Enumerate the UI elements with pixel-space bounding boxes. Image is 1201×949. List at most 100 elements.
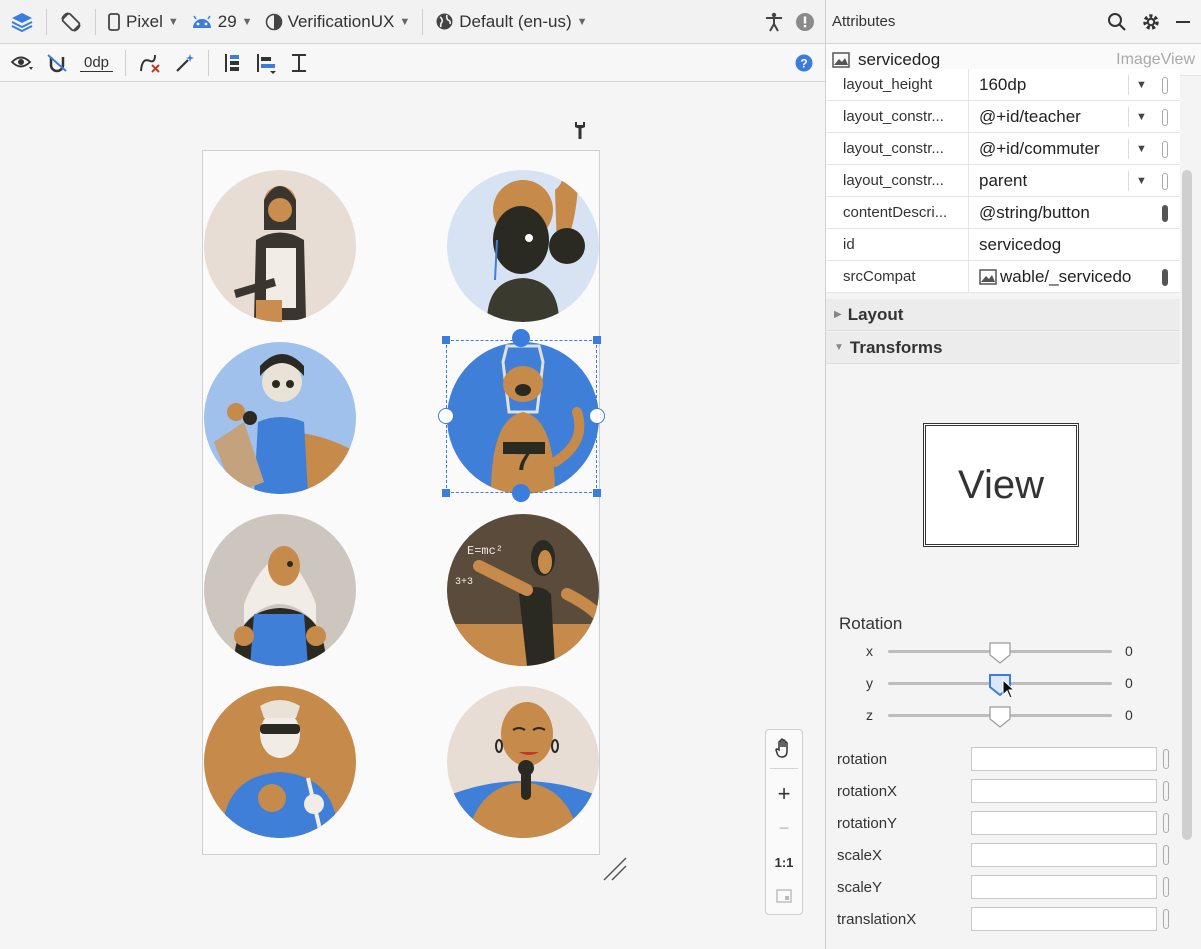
- transform-field-label: rotationX: [837, 783, 898, 800]
- pan-button[interactable]: [766, 732, 802, 764]
- panel-header: Attributes: [826, 0, 1201, 44]
- avatar-hijab[interactable]: [204, 514, 356, 666]
- transform-field-input[interactable]: [971, 811, 1157, 835]
- dropdown-arrow-icon[interactable]: ▼: [1128, 75, 1154, 95]
- phone-icon: [108, 12, 120, 31]
- api-level-label: 29: [217, 11, 237, 31]
- attribute-value-field[interactable]: servicedog: [968, 229, 1180, 260]
- expand-down-icon: ▼: [834, 342, 844, 353]
- dropdown-arrow-icon[interactable]: ▼: [1128, 107, 1154, 127]
- resource-picker-button[interactable]: [1162, 141, 1168, 158]
- default-margins-button[interactable]: 0dp: [74, 48, 119, 78]
- resource-picker-button[interactable]: [1163, 877, 1169, 897]
- resource-picker-button[interactable]: [1162, 205, 1168, 222]
- attribute-value-field[interactable]: wable/_servicedo: [968, 261, 1180, 292]
- help-button[interactable]: ?: [789, 48, 825, 78]
- attribute-name: id: [843, 236, 855, 253]
- transform-field-input[interactable]: [971, 747, 1157, 771]
- device-selector[interactable]: Pixel ▼: [102, 7, 185, 37]
- attribute-value-field[interactable]: parent ▼: [968, 165, 1180, 196]
- design-surface[interactable]: 7 E=mc² 3+3 + − 1:1: [0, 82, 825, 949]
- zoom-out-button[interactable]: −: [766, 812, 802, 844]
- orientation-button[interactable]: [53, 7, 89, 37]
- zoom-controls: + − 1:1: [765, 729, 803, 915]
- warnings-button[interactable]: [789, 7, 825, 37]
- layers-button[interactable]: [0, 7, 40, 37]
- attribute-value-field[interactable]: @+id/commuter ▼: [968, 133, 1180, 164]
- accessibility-button[interactable]: [759, 7, 789, 37]
- attribute-row: layout_constr... @+id/commuter ▼: [826, 133, 1180, 165]
- resource-picker-button[interactable]: [1163, 749, 1169, 769]
- transform-field-row: rotationY: [826, 807, 1180, 839]
- slider-value: 0: [1125, 675, 1133, 691]
- component-name: servicedog: [858, 49, 941, 69]
- resource-picker-button[interactable]: [1163, 909, 1169, 929]
- layout-section-header[interactable]: ▶ Layout: [826, 299, 1180, 331]
- locale-selector[interactable]: Default (en-us) ▼: [429, 7, 593, 37]
- autoconnect-button[interactable]: [40, 48, 74, 78]
- resource-picker-button[interactable]: [1162, 173, 1168, 190]
- align-button[interactable]: [249, 48, 283, 78]
- avatar-cane[interactable]: [204, 686, 356, 838]
- pack-button[interactable]: [215, 48, 249, 78]
- clear-constraints-button[interactable]: [132, 48, 168, 78]
- resource-picker-button[interactable]: [1163, 781, 1169, 801]
- slider-thumb[interactable]: [988, 705, 1012, 728]
- guidelines-button[interactable]: [283, 48, 315, 78]
- resource-picker-button[interactable]: [1162, 109, 1168, 126]
- attribute-value-field[interactable]: 160dp ▼: [968, 69, 1180, 100]
- avatar-servicedog[interactable]: 7: [447, 342, 599, 494]
- view-transform-preview: View: [923, 423, 1079, 547]
- transform-field-input[interactable]: [971, 875, 1157, 899]
- attribute-value: 160dp: [979, 74, 1027, 94]
- resource-picker-button[interactable]: [1162, 269, 1168, 286]
- attribute-value-field[interactable]: @string/button: [968, 197, 1180, 228]
- rotate-device-icon: [59, 10, 83, 34]
- default-margin-value: 0dp: [80, 54, 114, 72]
- resource-picker-button[interactable]: [1163, 845, 1169, 865]
- theme-selector[interactable]: VerificationUX ▼: [259, 7, 417, 37]
- avatar-thinking[interactable]: [447, 170, 599, 322]
- attribute-value-field[interactable]: @+id/teacher ▼: [968, 101, 1180, 132]
- dropdown-arrow-icon[interactable]: ▼: [1128, 171, 1154, 191]
- infer-constraints-button[interactable]: [168, 48, 202, 78]
- avatar-grocery[interactable]: [204, 342, 356, 494]
- separator: [46, 8, 47, 35]
- slider-thumb[interactable]: [988, 641, 1012, 664]
- device-frame[interactable]: 7 E=mc² 3+3: [202, 150, 600, 855]
- fit-screen-button[interactable]: [766, 880, 802, 912]
- layout-section-title: Layout: [847, 304, 904, 324]
- transform-field-input[interactable]: [971, 779, 1157, 803]
- rotation-slider-row: z0: [826, 703, 1180, 728]
- search-icon[interactable]: [1107, 12, 1127, 32]
- resize-corner-icon[interactable]: [602, 856, 628, 882]
- api-level-selector[interactable]: 29 ▼: [185, 7, 259, 37]
- avatar-teacher[interactable]: E=mc² 3+3: [447, 514, 599, 666]
- avatar-singer[interactable]: [447, 686, 599, 838]
- dropdown-arrow-icon[interactable]: ▼: [1128, 139, 1154, 159]
- help-icon: ?: [795, 54, 813, 72]
- wrench-icon[interactable]: [573, 120, 587, 140]
- transform-field-input[interactable]: [971, 907, 1157, 931]
- transforms-section-header[interactable]: ▼ Transforms: [826, 332, 1180, 364]
- resource-picker-button[interactable]: [1162, 77, 1168, 94]
- actual-size-button[interactable]: 1:1: [766, 846, 802, 878]
- resource-picker-button[interactable]: [1163, 813, 1169, 833]
- attribute-value: @+id/teacher: [979, 106, 1081, 126]
- transform-field-input[interactable]: [971, 843, 1157, 867]
- attribute-row: srcCompat wable/_servicedo: [826, 261, 1180, 293]
- avatar-skater[interactable]: [204, 170, 356, 322]
- view-options-button[interactable]: [0, 48, 40, 78]
- slider-value: 0: [1125, 707, 1133, 723]
- attribute-value: @string/button: [979, 202, 1090, 222]
- expand-right-icon: ▶: [834, 309, 842, 320]
- gear-icon[interactable]: [1141, 12, 1161, 32]
- magnet-off-icon: [46, 53, 68, 73]
- transform-field-row: translationX: [826, 903, 1180, 935]
- pack-icon: [221, 52, 243, 74]
- panel-scrollbar[interactable]: [1182, 170, 1192, 840]
- zoom-in-button[interactable]: +: [766, 778, 802, 810]
- clear-constraints-icon: [138, 52, 162, 74]
- minimize-icon[interactable]: [1175, 14, 1191, 30]
- slider-value: 0: [1125, 643, 1133, 659]
